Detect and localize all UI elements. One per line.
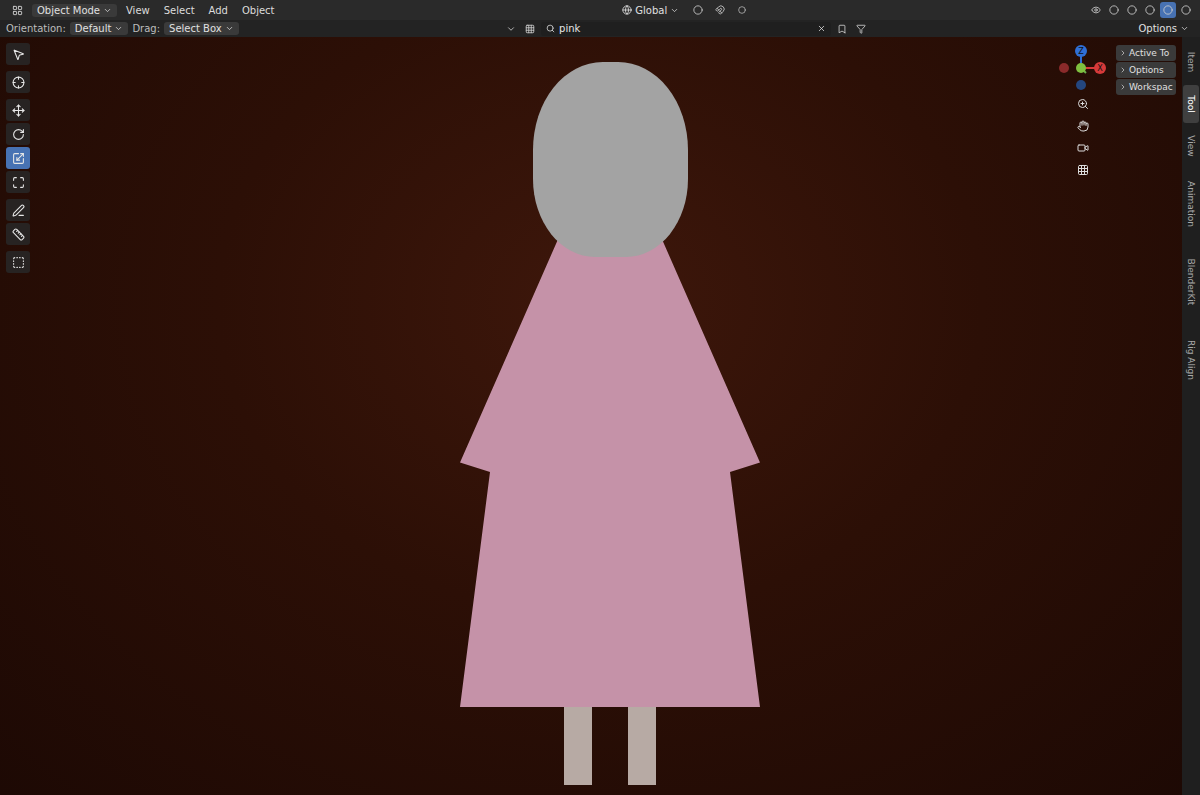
- navigation-gizmo: ZX: [1056, 43, 1110, 795]
- filter-types-icon[interactable]: [522, 21, 538, 37]
- sidebar-tab[interactable]: Tool: [1183, 85, 1199, 123]
- filter-icon[interactable]: [853, 21, 869, 37]
- orientation-label: Orientation:: [6, 23, 66, 34]
- shading-solid-icon[interactable]: [1142, 2, 1158, 18]
- drag-label: Drag:: [132, 23, 160, 34]
- proportional-icon[interactable]: [734, 2, 750, 18]
- panel-section[interactable]: Workspac: [1116, 79, 1176, 95]
- sidebar-tab[interactable]: Animation: [1183, 169, 1199, 240]
- sidebar-panel: Active ToOptionsWorkspac: [1116, 43, 1176, 795]
- svg-text:X: X: [1097, 64, 1103, 73]
- toolbar: [6, 43, 30, 795]
- viewport-header: Object Mode View Select Add Object Global: [0, 0, 1200, 20]
- shading-render-icon[interactable]: [1178, 2, 1194, 18]
- search-text[interactable]: pink: [559, 23, 813, 34]
- snap-icon[interactable]: [712, 2, 728, 18]
- blender-window: Object Mode View Select Add Object Global Orie…: [0, 0, 1200, 795]
- menu-item[interactable]: Object: [237, 4, 280, 17]
- search-icon: [546, 24, 555, 33]
- sidebar-tab[interactable]: Rig Align: [1183, 325, 1199, 396]
- render-head: [533, 62, 688, 257]
- sidebar-tab[interactable]: BlenderKit: [1183, 244, 1199, 321]
- camera-icon[interactable]: [1074, 139, 1092, 157]
- sidebar-tab[interactable]: Item: [1183, 43, 1199, 81]
- panel-section[interactable]: Active To: [1116, 45, 1176, 61]
- bookmark-icon[interactable]: [834, 21, 850, 37]
- mode-dropdown[interactable]: Object Mode: [32, 4, 117, 17]
- pan-hand-icon[interactable]: [1074, 117, 1092, 135]
- rotate-tool-icon[interactable]: [6, 123, 30, 145]
- sidebar-tab[interactable]: View: [1183, 127, 1199, 165]
- grid-icon[interactable]: [1074, 161, 1092, 179]
- character-render: [440, 62, 780, 795]
- render-dress: [460, 237, 760, 707]
- menu-item[interactable]: Select: [159, 4, 200, 17]
- editor-type-icon[interactable]: [6, 2, 28, 18]
- shading-material-icon[interactable]: [1160, 2, 1176, 18]
- axis-handle[interactable]: X: [1094, 62, 1106, 74]
- render-legs: [564, 705, 656, 785]
- svg-text:Z: Z: [1078, 47, 1084, 56]
- 3d-viewport[interactable]: ZXActive ToOptionsWorkspacItemToolViewAn…: [0, 37, 1200, 795]
- orientation-value[interactable]: Default: [70, 22, 129, 35]
- orientation-dropdown[interactable]: Global: [617, 4, 684, 17]
- select-tool-icon[interactable]: [6, 43, 30, 65]
- visibility-icon[interactable]: [1088, 2, 1104, 18]
- drag-value[interactable]: Select Box: [164, 22, 239, 35]
- options-dropdown[interactable]: Options: [1133, 22, 1194, 35]
- clear-icon[interactable]: [817, 24, 826, 33]
- menu-item[interactable]: View: [121, 4, 155, 17]
- cursor-tool-icon[interactable]: [6, 71, 30, 93]
- tool-settings-bar: Orientation: DefaultDrag: Select Box pink Op…: [0, 20, 1200, 37]
- scale-tool-icon[interactable]: [6, 147, 30, 169]
- search-field[interactable]: pink: [541, 22, 831, 36]
- axis-gizmo-icon[interactable]: ZX: [1056, 43, 1110, 91]
- panel-section[interactable]: Options: [1116, 62, 1176, 78]
- axis-handle[interactable]: Z: [1075, 45, 1087, 57]
- overlay-icon[interactable]: [1106, 2, 1122, 18]
- sidebar-tabs: Item Tool View Animation BlenderKit Rig Align: [1182, 37, 1200, 795]
- zoom-icon[interactable]: [1074, 95, 1092, 113]
- annotate-tool-icon[interactable]: [6, 199, 30, 221]
- collapse-icon[interactable]: [503, 21, 519, 37]
- shading-wire-icon[interactable]: [1124, 2, 1140, 18]
- move-tool-icon[interactable]: [6, 99, 30, 121]
- add-tool-icon[interactable]: [6, 251, 30, 273]
- transform-tool-icon[interactable]: [6, 171, 30, 193]
- pivot-icon[interactable]: [690, 2, 706, 18]
- menu-item[interactable]: Add: [204, 4, 233, 17]
- measure-tool-icon[interactable]: [6, 223, 30, 245]
